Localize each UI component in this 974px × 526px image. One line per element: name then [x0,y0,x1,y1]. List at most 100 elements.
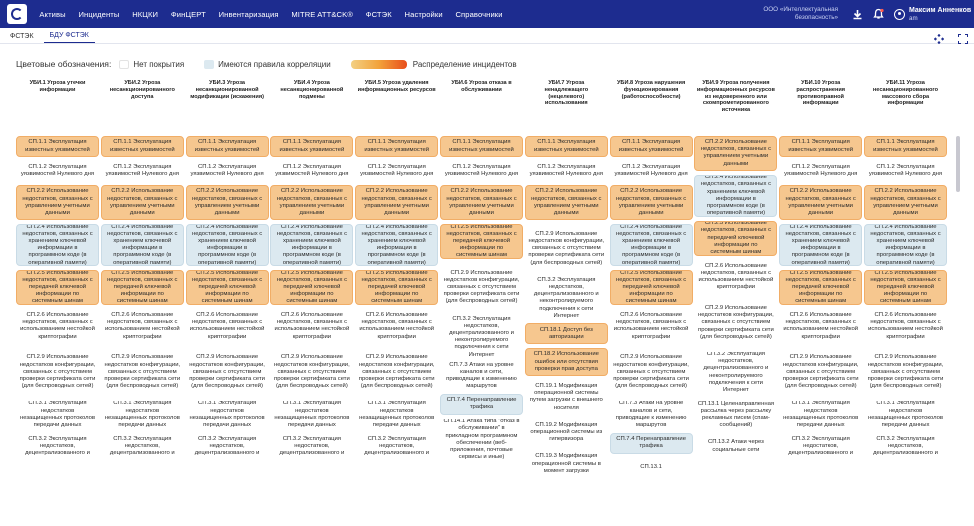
nav-assets[interactable]: Активы [33,10,72,19]
technique-cell[interactable]: СП.1.2 Эксплуатация уязвимостей Нулевого… [864,161,947,182]
technique-cell[interactable]: СП.1.2 Эксплуатация уязвимостей Нулевого… [524,161,608,182]
technique-cell[interactable]: СП.1.2 Эксплуатация уязвимостей Нулевого… [609,161,693,182]
technique-cell[interactable]: СП.7.4 Перенаправление трафика [609,432,693,454]
technique-cell[interactable]: СП.1.2 Эксплуатация уязвимостей Нулевого… [16,161,99,182]
technique-cell[interactable]: СП.2.4 Использование недостатков, связан… [270,224,354,267]
technique-cell[interactable]: СП.19.1 Модификация операционной системы… [524,380,608,415]
technique-cell[interactable]: СП.3.2 Эксплуатация недостатков, децентр… [694,351,778,394]
technique-cell[interactable]: СП.2.5 Использование недостатков, связан… [16,270,99,305]
technique-cell[interactable]: СП.3.2 Эксплуатация недостатков, децентр… [779,432,863,461]
technique-cell[interactable]: СП.2.6 Использование недостатков, связан… [270,309,354,344]
technique-cell[interactable]: СП.1.1 Эксплуатация известных уязвимосте… [779,136,863,157]
technique-cell[interactable]: СП.2.9 Использование недостатков конфигу… [16,347,99,397]
technique-cell[interactable]: СП.3.2 Эксплуатация недостатков, децентр… [185,432,269,461]
tab-fstec[interactable]: ФСТЭК [4,33,40,43]
technique-cell[interactable]: СП.2.6 Использование недостатков, связан… [355,309,439,344]
technique-cell[interactable]: СП.2.2 Использование недостатков, связан… [185,185,269,221]
technique-cell[interactable]: СП.3.1 Эксплуатация недостатков незащище… [779,401,863,429]
technique-cell[interactable]: СП.2.4 Использование недостатков, связан… [100,224,184,267]
fit-to-screen-icon[interactable] [933,31,945,45]
technique-cell[interactable]: СП.1.1 Эксплуатация известных уязвимосте… [185,136,269,157]
technique-cell[interactable]: СП.2.4 Использование недостатков, связан… [355,224,439,267]
tab-bdu-fstec[interactable]: БДУ ФСТЭК [43,32,95,43]
technique-cell[interactable]: СП.1.2 Эксплуатация уязвимостей Нулевого… [779,161,863,182]
nav-references[interactable]: Справочники [449,10,509,19]
technique-cell[interactable]: СП.1.1 Эксплуатация известных уязвимосте… [609,136,693,157]
technique-cell[interactable]: СП.2.2 Использование недостатков, связан… [355,185,439,221]
technique-cell[interactable]: СП.2.6 Использование недостатков, связан… [864,309,947,344]
technique-cell[interactable]: СП.2.9 Использование недостатков конфигу… [779,347,863,397]
technique-cell[interactable]: СП.2.9 Использование недостатков конфигу… [270,347,354,397]
technique-cell[interactable]: СП.2.5 Использование недостатков, связан… [355,270,439,305]
technique-cell[interactable]: СП.2.5 Использование недостатков, связан… [779,270,863,305]
nav-inventory[interactable]: Инвентаризация [212,10,285,19]
technique-cell[interactable]: СП.3.2 Эксплуатация недостатков, децентр… [16,432,99,461]
technique-cell[interactable]: СП.2.5 Использование недостатков, связан… [185,270,269,305]
threat-column-header[interactable]: УБИ.1 Угроза утечки информации [16,80,99,136]
technique-cell[interactable]: СП.19.3 Модификация операционной системы… [524,450,608,478]
technique-cell[interactable]: СП.2.9 Использование недостатков конфигу… [100,347,184,397]
technique-cell[interactable]: СП.1.1 Эксплуатация известных уязвимосте… [355,136,439,157]
technique-cell[interactable]: СП.2.4 Использование недостатков, связан… [779,224,863,267]
user-menu[interactable]: Максим Анненков am [894,7,971,22]
technique-cell[interactable]: СП.2.9 Использование недостатков конфигу… [355,347,439,397]
technique-cell[interactable]: СП.2.2 Использование недостатков, связан… [16,185,99,221]
technique-cell[interactable]: СП.2.6 Использование недостатков, связан… [16,309,99,344]
technique-cell[interactable]: СП.1.2 Эксплуатация уязвимостей Нулевого… [440,161,523,182]
technique-cell[interactable]: СП.3.2 Эксплуатация недостатков, децентр… [864,432,947,461]
technique-cell[interactable]: СП.2.4 Использование недостатков, связан… [694,174,778,217]
technique-cell[interactable]: СП.1.2 Эксплуатация уязвимостей Нулевого… [355,161,439,182]
technique-cell[interactable]: СП.2.9 Использование недостатков конфигу… [694,298,778,348]
technique-cell[interactable]: СП.2.5 Использование недостатков, связан… [100,270,184,305]
technique-cell[interactable]: СП.3.2 Эксплуатация недостатков, децентр… [100,432,184,461]
technique-cell[interactable]: СП.2.9 Использование недостатков конфигу… [185,347,269,397]
notification-bell-icon[interactable] [870,6,886,22]
technique-cell[interactable]: СП.7.3 Атаки на уровне каналов и сети, п… [440,362,523,390]
technique-cell[interactable]: СП.1.1 Эксплуатация известных уязвимосте… [16,136,99,157]
technique-cell[interactable]: СП.1.1 Эксплуатация известных уязвимосте… [524,136,608,157]
nav-nkcki[interactable]: НКЦКИ [126,10,165,19]
technique-cell[interactable]: СП.2.5 Использование недостатков, связан… [440,224,523,259]
technique-cell[interactable]: СП.2.2 Использование недостатков, связан… [440,185,523,221]
technique-cell[interactable]: СП.2.5 Использование недостатков, связан… [864,270,947,305]
technique-cell[interactable]: СП.18.2 Использование ошибок или отсутст… [524,348,608,376]
technique-cell[interactable]: СП.3.2 Эксплуатация недостатков, децентр… [355,432,439,461]
technique-cell[interactable]: СП.3.1 Эксплуатация недостатков незащище… [355,401,439,429]
nav-incidents[interactable]: Инциденты [72,10,126,19]
technique-cell[interactable]: СП.2.6 Использование недостатков, связан… [694,259,778,295]
technique-cell[interactable]: СП.13.1 Целенаправленная рассылка через … [694,397,778,433]
technique-cell[interactable]: СП.3.1 Эксплуатация недостатков незащище… [100,401,184,429]
technique-cell[interactable]: СП.3.1 Эксплуатация недостатков незащище… [864,401,947,429]
threat-column-header[interactable]: УБИ.11 Угроза несанкционированного массо… [864,80,947,136]
nav-mitre[interactable]: MITRE ATT&CK® [285,10,359,19]
technique-cell[interactable]: СП.2.6 Использование недостатков, связан… [185,309,269,344]
technique-cell[interactable]: СП.3.1 Эксплуатация недостатков незащище… [270,401,354,429]
technique-cell[interactable]: СП.2.2 Использование недостатков, связан… [524,185,608,221]
technique-cell[interactable]: СП.19.2 Модификация операционной системы… [524,418,608,447]
technique-cell[interactable]: СП.2.2 Использование недостатков, связан… [864,185,947,221]
technique-cell[interactable]: СП.2.4 Использование недостатков, связан… [185,224,269,267]
technique-cell[interactable]: СП.2.2 Использование недостатков, связан… [609,185,693,221]
technique-cell[interactable]: СП.2.2 Использование недостатков, связан… [270,185,354,221]
technique-cell[interactable]: СП.3.2 Эксплуатация недостатков, децентр… [524,277,608,320]
technique-cell[interactable]: СП.3.2 Эксплуатация недостатков, децентр… [440,316,523,359]
threat-column-header[interactable]: УБИ.2 Угроза несанкционированного доступ… [101,80,184,136]
technique-cell[interactable]: СП.2.4 Использование недостатков, связан… [864,224,947,267]
technique-cell[interactable]: СП.2.4 Использование недостатков, связан… [16,224,99,267]
nav-settings[interactable]: Настройки [398,10,449,19]
technique-cell[interactable]: СП.14.1 Атака типа "отказ в обслуживании… [440,418,523,461]
technique-cell[interactable]: СП.1.1 Эксплуатация известных уязвимосте… [270,136,354,157]
technique-cell[interactable]: СП.3.1 Эксплуатация недостатков незащище… [16,401,99,429]
nav-fstec[interactable]: ФСТЭК [359,10,398,19]
app-logo[interactable] [7,4,27,24]
threat-column-header[interactable]: УБИ.4 Угроза несанкционированной подмены [270,80,353,136]
technique-cell[interactable]: СП.7.3 Атаки на уровне каналов и сети, п… [609,401,693,429]
technique-cell[interactable]: СП.13.2 Атаки через социальные сети [694,436,778,457]
technique-cell[interactable]: СП.7.4 Перенаправление трафика [440,393,523,415]
technique-cell[interactable]: СП.2.2 Использование недостатков, связан… [100,185,184,221]
technique-cell[interactable]: СП.2.5 Использование недостатков, связан… [270,270,354,305]
technique-cell[interactable]: СП.2.5 Использование недостатков, связан… [694,220,778,256]
technique-cell[interactable]: СП.2.9 Использование недостатков конфигу… [440,263,523,313]
threat-column-header[interactable]: УБИ.3 Угроза несанкционированной модифик… [186,80,269,136]
technique-cell[interactable]: СП.2.6 Использование недостатков, связан… [609,309,693,344]
